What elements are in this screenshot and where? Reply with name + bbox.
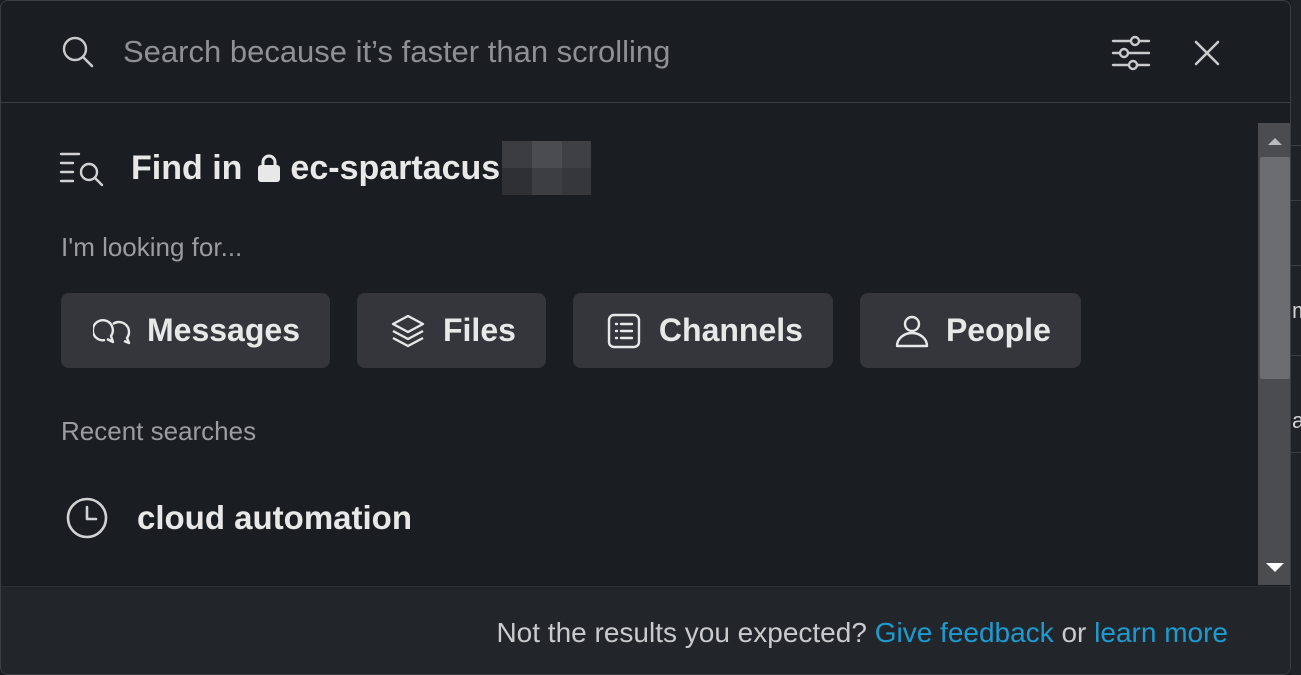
channels-filter-button[interactable]: Channels — [572, 293, 833, 368]
filter-settings-icon[interactable] — [1109, 31, 1153, 75]
channels-icon — [607, 313, 641, 348]
search-input[interactable] — [123, 29, 1023, 75]
list-search-icon — [59, 152, 104, 187]
footer-text: Not the results you expected? Give feedb… — [496, 617, 1228, 649]
scroll-down-arrow-icon[interactable] — [1258, 555, 1291, 585]
background-app-edge: m a — [1291, 0, 1301, 675]
recent-search-item[interactable]: cloud automation — [65, 496, 412, 540]
filter-chips: Messages Files Channels People — [61, 293, 1108, 368]
looking-for-label: I'm looking for... — [61, 232, 243, 262]
scroll-up-arrow-icon[interactable] — [1258, 123, 1291, 153]
clock-icon — [66, 497, 108, 539]
channel-name: ec-spartacus — [290, 148, 501, 187]
footer-question: Not the results you expected? — [496, 617, 867, 648]
people-icon — [895, 315, 929, 347]
messages-filter-button[interactable]: Messages — [61, 293, 330, 368]
files-icon — [391, 314, 425, 347]
people-filter-label: People — [945, 312, 1051, 348]
footer-or: or — [1061, 617, 1087, 648]
search-icon — [62, 36, 94, 68]
channels-filter-label: Channels — [658, 312, 803, 348]
lock-icon — [258, 154, 281, 182]
people-filter-button[interactable]: People — [859, 293, 1081, 368]
files-filter-label: Files — [442, 312, 516, 348]
files-filter-button[interactable]: Files — [356, 293, 546, 368]
give-feedback-link[interactable]: Give feedback — [875, 617, 1054, 648]
redacted-block — [502, 141, 592, 195]
find-in-row[interactable]: Find in ec-spartacus — [59, 141, 592, 195]
learn-more-link[interactable]: learn more — [1094, 617, 1228, 648]
recent-searches-heading: Recent searches — [61, 416, 257, 446]
close-icon[interactable] — [1187, 33, 1227, 73]
feedback-footer: Not the results you expected? Give feedb… — [1, 586, 1290, 674]
messages-filter-label: Messages — [147, 312, 300, 348]
search-modal: Find in ec-spartacus I'm looking for... — [0, 0, 1291, 675]
messages-icon — [93, 318, 131, 344]
scrollbar-thumb[interactable] — [1260, 157, 1290, 379]
find-in-label: Find in — [131, 148, 243, 187]
recent-search-label: cloud automation — [137, 499, 412, 536]
search-content: Find in ec-spartacus I'm looking for... — [1, 104, 1257, 586]
search-bar — [1, 1, 1290, 103]
